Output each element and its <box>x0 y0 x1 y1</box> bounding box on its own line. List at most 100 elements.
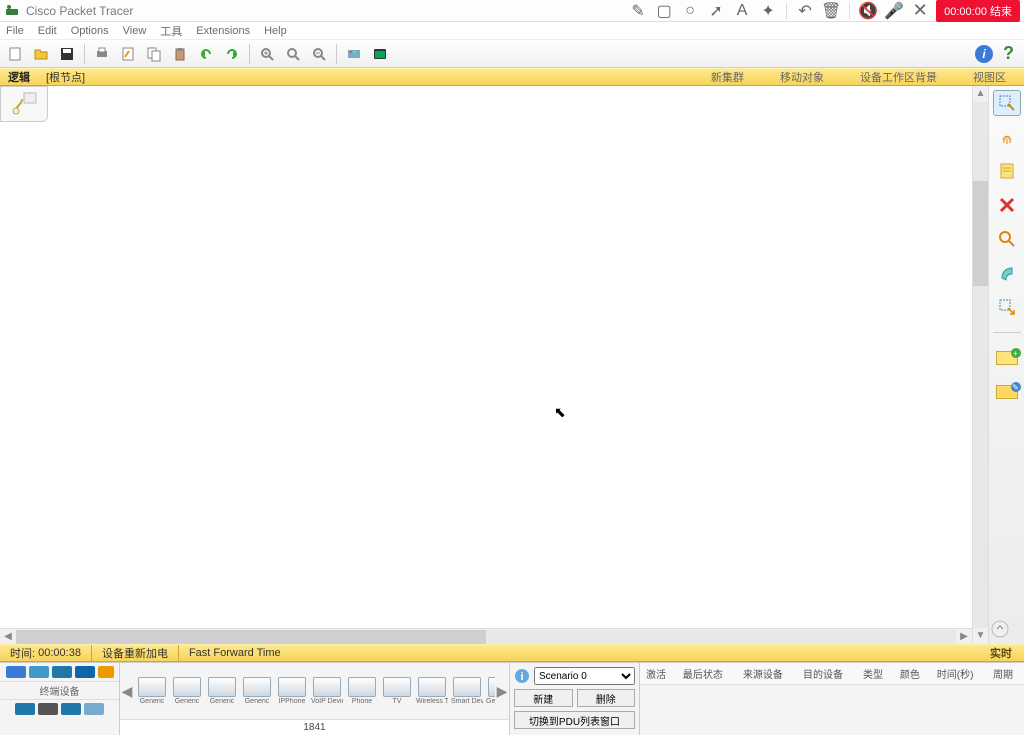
inspect-tool-icon[interactable] <box>993 226 1021 252</box>
zoom-out-icon[interactable] <box>308 43 330 65</box>
device-item[interactable]: Generic <box>206 677 238 705</box>
menu-tools[interactable]: 工具 <box>160 23 182 39</box>
horizontal-scrollbar[interactable]: ◀ ▶ <box>0 628 972 644</box>
mute-mic-icon[interactable]: 🎤 <box>886 3 902 19</box>
pdu-table-header[interactable]: 周期 <box>987 663 1024 685</box>
category-custom-icon[interactable] <box>84 703 104 715</box>
pencil-icon[interactable]: ✎ <box>630 3 646 19</box>
main-toolbar: i ? <box>0 40 1024 68</box>
category-switch-icon[interactable] <box>29 666 49 678</box>
dialog-icon[interactable] <box>369 43 391 65</box>
arrow-icon[interactable]: ➚ <box>708 3 724 19</box>
save-icon[interactable] <box>56 43 78 65</box>
new-cluster-button[interactable]: 新集群 <box>693 69 762 85</box>
pdu-table-header[interactable]: 来源设备 <box>737 663 797 685</box>
circle-icon[interactable]: ○ <box>682 3 698 19</box>
pdu-table-header[interactable]: 激活 <box>640 663 677 685</box>
device-item[interactable]: Phone <box>346 677 378 705</box>
pdu-table-header[interactable]: 最后状态 <box>677 663 737 685</box>
scroll-down-arrow[interactable]: ▼ <box>973 628 988 644</box>
device-item[interactable]: Generic Wireless <box>486 677 495 705</box>
palette-icon[interactable] <box>343 43 365 65</box>
scenario-new-button[interactable]: 新建 <box>514 689 573 707</box>
paste-icon[interactable] <box>169 43 191 65</box>
device-scroll-left[interactable]: ◀ <box>120 683 134 700</box>
toggle-panel-icon[interactable] <box>989 618 1017 644</box>
undo-arrow-icon[interactable] <box>195 43 217 65</box>
menu-view[interactable]: View <box>123 25 147 37</box>
category-wireless-icon[interactable] <box>75 666 95 678</box>
scroll-up-arrow[interactable]: ▲ <box>973 86 988 102</box>
text-icon[interactable]: A <box>734 3 750 19</box>
place-note-icon[interactable] <box>993 158 1021 184</box>
scenario-delete-button[interactable]: 删除 <box>577 689 636 707</box>
workspace-canvas[interactable]: ⬉ <box>0 86 972 628</box>
trash-icon[interactable]: 🗑 <box>823 3 839 19</box>
viewport-button[interactable]: 视图区 <box>955 69 1024 85</box>
fast-forward-button[interactable]: Fast Forward Time <box>179 645 291 661</box>
menu-file[interactable]: File <box>6 25 24 37</box>
info-icon[interactable]: i <box>975 45 993 63</box>
menu-edit[interactable]: Edit <box>38 25 57 37</box>
category-wan-icon[interactable] <box>61 703 81 715</box>
scenario-select[interactable]: Scenario 0 <box>534 667 635 685</box>
vertical-scrollbar[interactable]: ▲ ▼ <box>972 86 988 644</box>
undo-icon[interactable]: ↶ <box>797 3 813 19</box>
category-connections-icon[interactable] <box>98 666 114 678</box>
mute-audio-icon[interactable]: 🔇 <box>860 3 876 19</box>
scroll-right-arrow[interactable]: ▶ <box>956 631 972 642</box>
open-folder-icon[interactable] <box>30 43 52 65</box>
pdu-table-header[interactable]: 类型 <box>857 663 894 685</box>
help-icon[interactable]: ? <box>1003 43 1014 64</box>
pdu-table-header[interactable]: 颜色 <box>894 663 931 685</box>
device-scroll-right[interactable]: ▶ <box>495 683 509 700</box>
print-icon[interactable] <box>91 43 113 65</box>
redo-arrow-icon[interactable] <box>221 43 243 65</box>
new-file-icon[interactable] <box>4 43 26 65</box>
menu-help[interactable]: Help <box>264 25 287 37</box>
logic-tab[interactable]: 逻辑 <box>0 69 38 85</box>
close-icon[interactable]: ✕ <box>912 3 928 19</box>
scroll-left-arrow[interactable]: ◀ <box>0 631 16 642</box>
add-simple-pdu-icon[interactable]: + <box>993 345 1021 371</box>
move-layout-icon[interactable] <box>993 124 1021 150</box>
device-item[interactable]: Generic <box>171 677 203 705</box>
root-node-label[interactable]: [根节点] <box>38 69 93 85</box>
copy-icon[interactable] <box>143 43 165 65</box>
device-item[interactable]: TV <box>381 677 413 705</box>
device-item[interactable]: Smart Device <box>451 677 483 705</box>
device-thumb-label: Generic <box>206 698 238 705</box>
category-security-icon[interactable] <box>38 703 58 715</box>
menu-extensions[interactable]: Extensions <box>196 25 250 37</box>
device-item[interactable]: IPPhone <box>276 677 308 705</box>
category-router-icon[interactable] <box>6 666 26 678</box>
menu-options[interactable]: Options <box>71 25 109 37</box>
realtime-tab[interactable]: 实时 <box>978 645 1024 661</box>
set-tiled-bg-button[interactable]: 设备工作区背景 <box>842 69 955 85</box>
wizard-icon[interactable] <box>117 43 139 65</box>
wand-icon[interactable]: ✦ <box>760 3 776 19</box>
pdu-table-header[interactable]: 目的设备 <box>797 663 857 685</box>
timer-button[interactable]: 00:00:00 结束 <box>936 0 1020 22</box>
device-item[interactable]: VoIP Device <box>311 677 343 705</box>
delete-tool-icon[interactable] <box>993 192 1021 218</box>
category-hub-icon[interactable] <box>52 666 72 678</box>
resize-shape-icon[interactable] <box>993 294 1021 320</box>
add-complex-pdu-icon[interactable]: ✎ <box>993 379 1021 405</box>
zoom-in-icon[interactable] <box>256 43 278 65</box>
category-end-icon[interactable] <box>15 703 35 715</box>
device-item[interactable]: Wireless Tablet <box>416 677 448 705</box>
toggle-pdu-list-button[interactable]: 切换到PDU列表窗口 <box>514 711 635 729</box>
pdu-table-header[interactable]: 时间(秒) <box>931 663 987 685</box>
device-thumb-label: Generic <box>171 698 203 705</box>
zoom-reset-icon[interactable] <box>282 43 304 65</box>
draw-shape-icon[interactable] <box>993 260 1021 286</box>
device-item[interactable]: Generic <box>241 677 273 705</box>
move-object-button[interactable]: 移动对象 <box>762 69 842 85</box>
select-tool-icon[interactable] <box>993 90 1021 116</box>
power-cycle-button[interactable]: 设备重新加电 <box>92 645 179 661</box>
navigation-panel[interactable] <box>0 86 48 122</box>
scenario-info-icon[interactable]: i <box>514 668 530 684</box>
device-item[interactable]: Generic <box>136 677 168 705</box>
square-icon[interactable]: ▢ <box>656 3 672 19</box>
